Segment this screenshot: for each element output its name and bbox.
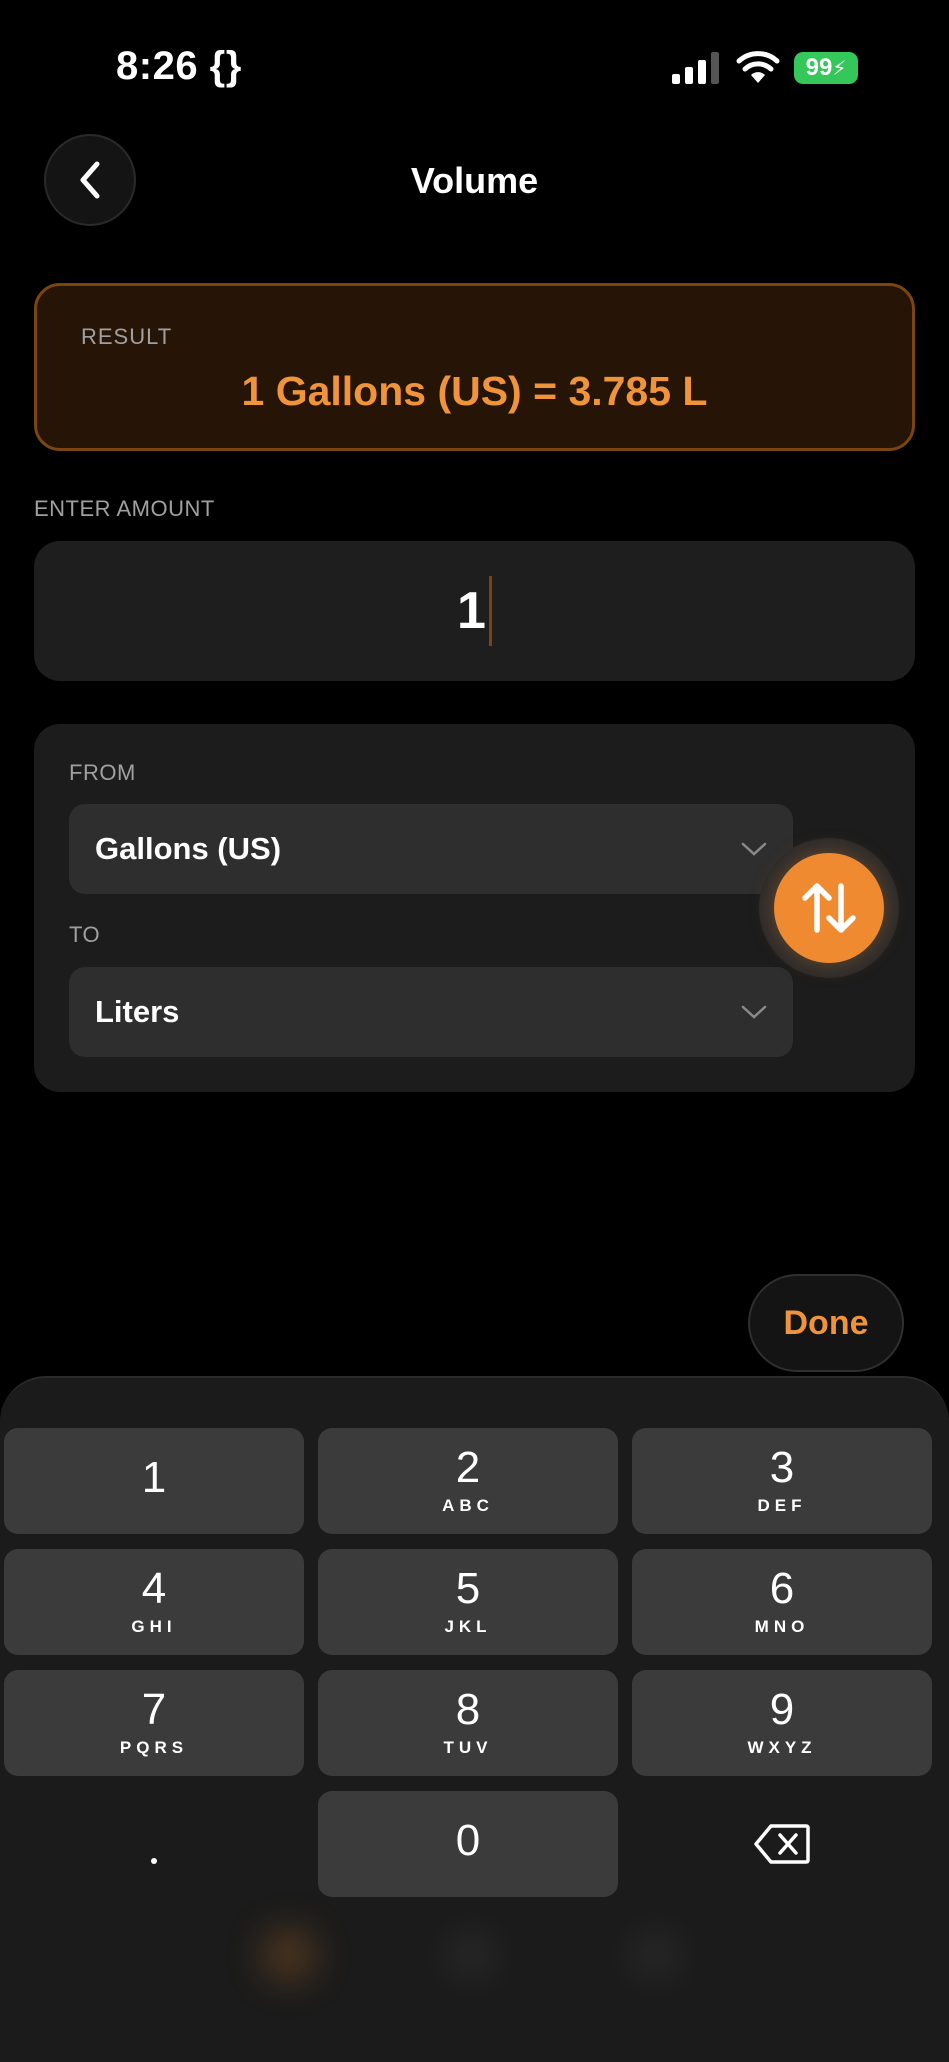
to-unit-select[interactable]: Liters <box>69 967 793 1057</box>
done-button[interactable]: Done <box>748 1274 904 1372</box>
result-label: RESULT <box>81 324 173 349</box>
key-letters: DEF <box>757 1496 807 1515</box>
chevron-down-icon <box>741 1005 767 1019</box>
decimal-point <box>151 1858 157 1864</box>
amount-value: 1 <box>457 582 486 640</box>
key-letters: JKL <box>444 1617 492 1636</box>
page-title: Volume <box>410 160 539 201</box>
wifi-icon <box>736 51 780 83</box>
swap-units-button[interactable] <box>759 838 899 978</box>
key-0[interactable]: 0 <box>318 1791 618 1897</box>
key-8[interactable]: 8 TUV <box>318 1670 618 1776</box>
key-letters: ABC <box>442 1496 494 1515</box>
to-unit-value: Liters <box>95 994 180 1029</box>
key-digit: 0 <box>455 1816 481 1865</box>
key-1[interactable]: 1 <box>4 1428 304 1534</box>
chevron-down-icon <box>741 842 767 856</box>
key-digit: 5 <box>455 1564 481 1613</box>
charging-bolt-icon: ⚡ <box>832 57 847 80</box>
key-delete[interactable] <box>632 1791 932 1897</box>
to-label: TO <box>69 922 101 947</box>
key-digit: 3 <box>769 1443 795 1492</box>
key-letters: MNO <box>754 1617 810 1636</box>
key-letters: WXYZ <box>747 1738 817 1757</box>
key-6[interactable]: 6 MNO <box>632 1549 932 1655</box>
key-letters: PQRS <box>119 1738 189 1757</box>
status-time: 8:26 {} <box>116 44 242 88</box>
from-label: FROM <box>69 760 136 785</box>
result-card: RESULT 1 Gallons (US) = 3.785 L <box>34 283 915 451</box>
key-digit: 7 <box>141 1685 167 1734</box>
swap-arrows-icon <box>802 883 856 933</box>
key-digit: 1 <box>141 1453 167 1502</box>
key-digit: 4 <box>141 1564 167 1613</box>
text-caret <box>488 576 492 646</box>
key-letters: TUV <box>443 1738 493 1757</box>
key-digit: 6 <box>769 1564 795 1613</box>
from-unit-value: Gallons (US) <box>95 831 282 866</box>
key-letters: GHI <box>131 1617 177 1636</box>
result-text: 1 Gallons (US) = 3.785 L <box>241 368 708 414</box>
from-unit-select[interactable]: Gallons (US) <box>69 804 793 894</box>
key-2[interactable]: 2 ABC <box>318 1428 618 1534</box>
key-5[interactable]: 5 JKL <box>318 1549 618 1655</box>
key-digit: 8 <box>455 1685 481 1734</box>
key-digit: 9 <box>769 1685 795 1734</box>
battery-indicator: 99 ⚡ <box>794 52 858 84</box>
key-3[interactable]: 3 DEF <box>632 1428 932 1534</box>
key-9[interactable]: 9 WXYZ <box>632 1670 932 1776</box>
numeric-keyboard: 1 2 ABC 3 DEF 4 GHI 5 JKL 6 MNO 7 PQRS 8… <box>0 1376 949 2062</box>
key-decimal[interactable] <box>4 1791 304 1897</box>
key-7[interactable]: 7 PQRS <box>4 1670 304 1776</box>
backspace-icon <box>754 1824 810 1864</box>
amount-input[interactable]: 1 <box>34 541 915 681</box>
cellular-signal-icon <box>672 52 719 84</box>
key-digit: 2 <box>455 1443 481 1492</box>
amount-label: ENTER AMOUNT <box>34 496 215 521</box>
battery-level: 99 <box>805 54 833 81</box>
key-4[interactable]: 4 GHI <box>4 1549 304 1655</box>
